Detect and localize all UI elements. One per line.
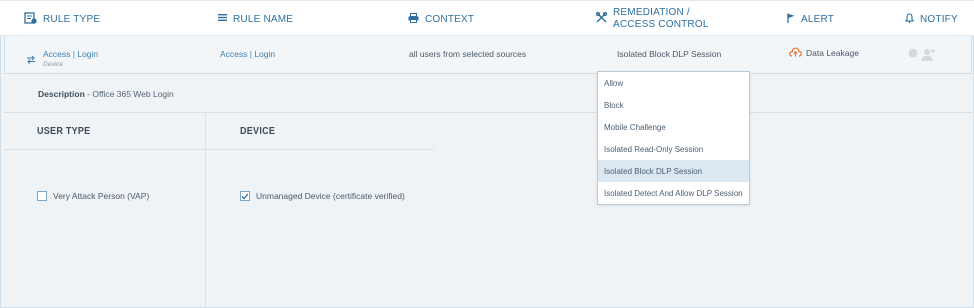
alert-cell[interactable]: Data Leakage [789, 47, 859, 59]
printer-icon [408, 12, 419, 26]
header-notify-label: NOTIFY [920, 13, 958, 25]
remediation-dropdown-menu[interactable]: Allow Block Mobile Challenge Isolated Re… [597, 71, 750, 205]
section-header-divider [4, 149, 434, 150]
header-alert-label: ALERT [801, 13, 835, 25]
rule-description: Description - Office 365 Web Login [38, 89, 174, 99]
context-cell[interactable]: all users from selected sources [409, 49, 526, 59]
column-divider [205, 113, 206, 307]
remediation-select[interactable]: Isolated Block DLP Session [617, 49, 721, 59]
expanded-rule-panel: Access | Login Device Access | Login all… [0, 36, 974, 308]
dropdown-option-isolated-read-only[interactable]: Isolated Read-Only Session [598, 138, 749, 160]
description-value: - Office 365 Web Login [87, 89, 174, 99]
header-rule-name-label: RULE NAME [233, 13, 294, 25]
header-remediation[interactable]: REMEDIATION / ACCESS CONTROL [595, 1, 709, 37]
rule-name-cell[interactable]: Access | Login [220, 49, 275, 59]
header-rule-name[interactable]: RULE NAME [218, 1, 293, 37]
alert-value: Data Leakage [806, 48, 859, 58]
description-label: Description [38, 89, 85, 99]
checkbox-checked[interactable] [240, 191, 250, 201]
tools-icon [595, 11, 608, 26]
check-icon [241, 193, 249, 199]
header-remediation-label: REMEDIATION / ACCESS CONTROL [613, 7, 709, 31]
bell-icon [904, 12, 915, 26]
device-checkbox-unmanaged[interactable]: Unmanaged Device (certificate verified) [240, 191, 405, 201]
header-context[interactable]: CONTEXT [408, 1, 474, 37]
rule-type-value: Access | Login [43, 49, 99, 59]
users-icon[interactable] [906, 48, 936, 67]
dropdown-option-isolated-detect-allow-dlp[interactable]: Isolated Detect And Allow DLP Session [598, 182, 749, 204]
header-context-label: CONTEXT [425, 13, 475, 25]
device-option-label: Unmanaged Device (certificate verified) [256, 191, 405, 201]
rule-type-icon [24, 11, 37, 27]
rule-type-cell[interactable]: Access | Login Device [43, 49, 98, 68]
header-rule-type-label: RULE TYPE [43, 13, 101, 25]
dropdown-option-allow[interactable]: Allow [598, 72, 749, 94]
cloud-upload-icon [789, 47, 802, 59]
user-type-option-label: Very Attack Person (VAP) [53, 191, 150, 201]
checkbox-unchecked[interactable] [37, 191, 47, 201]
rules-table-header: RULE TYPE RULE NAME CONTEXT REMEDIATION … [0, 0, 974, 36]
header-remediation-line2: ACCESS CONTROL [613, 19, 709, 30]
section-user-type: USER TYPE [37, 126, 91, 137]
header-notify[interactable]: NOTIFY [904, 1, 958, 37]
rule-row[interactable]: Access | Login Device Access | Login all… [4, 36, 972, 74]
rule-type-subtitle: Device [43, 61, 63, 68]
header-rule-type[interactable]: RULE TYPE [24, 1, 100, 37]
header-remediation-line1: REMEDIATION / [613, 7, 690, 18]
dropdown-option-block[interactable]: Block [598, 94, 749, 116]
dropdown-option-mobile-challenge[interactable]: Mobile Challenge [598, 116, 749, 138]
user-type-checkbox-vap[interactable]: Very Attack Person (VAP) [37, 191, 149, 201]
divider [4, 112, 972, 113]
header-alert[interactable]: ALERT [787, 1, 834, 37]
section-device: DEVICE [240, 126, 276, 137]
flag-icon [787, 13, 795, 26]
dropdown-option-isolated-block-dlp[interactable]: Isolated Block DLP Session [598, 160, 749, 182]
list-icon [218, 13, 227, 25]
swap-arrows-icon[interactable] [26, 51, 36, 69]
